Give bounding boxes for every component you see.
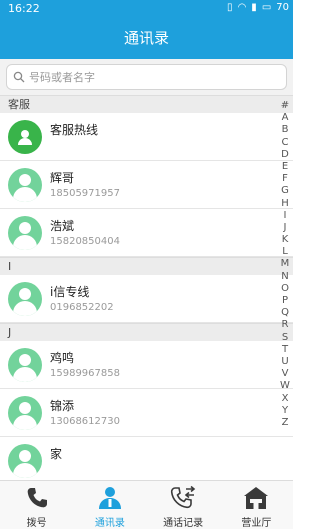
contact-phone: 13068612730 [50,416,120,427]
index-letter[interactable]: T [282,344,288,356]
vibrate-icon: ▯ [227,2,233,13]
battery-icon: ▭ [261,2,272,13]
section-header: I [0,257,293,275]
index-letter[interactable]: U [281,356,288,368]
battery-level: 70 [276,2,289,13]
tab-label: 通话记录 [163,518,204,529]
index-letter[interactable]: C [282,137,289,149]
tab-store[interactable]: 营业厅 [220,481,293,529]
index-letter[interactable]: N [281,271,288,283]
avatar [8,282,42,316]
index-letter[interactable]: I [284,210,287,222]
index-letter[interactable]: X [282,393,289,405]
avatar [8,444,42,478]
tab-call-log[interactable]: 通话记录 [147,481,220,529]
phone-icon [27,488,47,508]
search-input[interactable] [29,70,269,84]
index-letter[interactable]: M [281,258,290,270]
contacts-icon [98,487,121,509]
index-letter[interactable]: E [282,161,288,173]
index-letter[interactable]: # [281,100,289,112]
status-icons: ▯ ◠ ▮ ▭ 70 [227,2,289,13]
index-letter[interactable]: J [284,222,287,234]
index-letter[interactable]: O [281,283,289,295]
tab-label: 通讯录 [94,518,125,529]
alphabet-index[interactable]: # A B C D E F G H I J K L M N O P Q R S … [279,100,291,429]
wifi-icon: ◠ [237,2,247,13]
contact-name: 鸡鸣 [50,351,75,365]
list-item[interactable]: 辉哥 18505971957 [0,161,293,209]
bottom-tab-bar: 拨号 通讯录 通话记录 营业厅 [0,480,293,529]
tab-dialer[interactable]: 拨号 [0,481,73,529]
search-icon [13,71,25,83]
index-letter[interactable]: W [280,380,290,392]
tab-contacts[interactable]: 通讯录 [73,481,146,529]
status-bar: 16:22 ▯ ◠ ▮ ▭ 70 [0,0,293,18]
contact-name: 锦添 [50,399,75,413]
index-letter[interactable]: P [282,295,288,307]
store-icon [244,487,269,509]
index-letter[interactable]: V [282,368,289,380]
index-letter[interactable]: S [282,332,288,344]
contact-name: 客服热线 [50,123,99,137]
list-item[interactable]: 客服热线 [0,113,293,161]
signal-icon: ▮ [251,2,257,13]
contact-name: 辉哥 [50,171,75,185]
call-log-icon [171,485,196,509]
avatar [8,168,42,202]
avatar [8,396,42,430]
index-letter[interactable]: Q [281,307,289,319]
index-letter[interactable]: D [281,149,289,161]
index-letter[interactable]: Z [282,417,289,429]
index-letter[interactable]: L [282,246,288,258]
contact-list[interactable]: 客服 客服热线 辉哥 18505971957 浩斌 15820850404 I … [0,95,293,480]
search-box[interactable] [6,64,287,90]
contact-name: i信专线 [50,285,90,299]
tab-label: 拨号 [26,518,47,529]
list-item[interactable]: i信专线 0196852202 [0,275,293,323]
index-letter[interactable]: A [282,112,289,124]
contact-phone: 15820850404 [50,236,120,247]
contact-phone: 15989967858 [50,368,120,379]
index-letter[interactable]: K [282,234,289,246]
tab-label: 营业厅 [241,518,272,529]
list-item[interactable]: 鸡鸣 15989967858 [0,341,293,389]
index-letter[interactable]: G [281,185,289,197]
avatar [8,348,42,382]
contact-name: 家 [50,447,63,461]
contact-phone: 18505971957 [50,188,120,199]
index-letter[interactable]: Y [282,405,288,417]
avatar [8,216,42,250]
search-bar [0,59,293,95]
status-time: 16:22 [8,2,40,15]
section-header: J [0,323,293,341]
contact-phone: 0196852202 [50,302,114,313]
section-header: 客服 [0,95,293,113]
list-item[interactable]: 家 [0,437,293,480]
index-letter[interactable]: R [282,319,289,331]
list-item[interactable]: 浩斌 15820850404 [0,209,293,257]
index-letter[interactable]: B [282,124,289,136]
page-title: 通讯录 [0,18,293,59]
index-letter[interactable]: H [281,198,289,210]
service-icon [8,120,42,154]
contact-name: 浩斌 [50,219,75,233]
index-letter[interactable]: F [282,173,288,185]
list-item[interactable]: 锦添 13068612730 [0,389,293,437]
